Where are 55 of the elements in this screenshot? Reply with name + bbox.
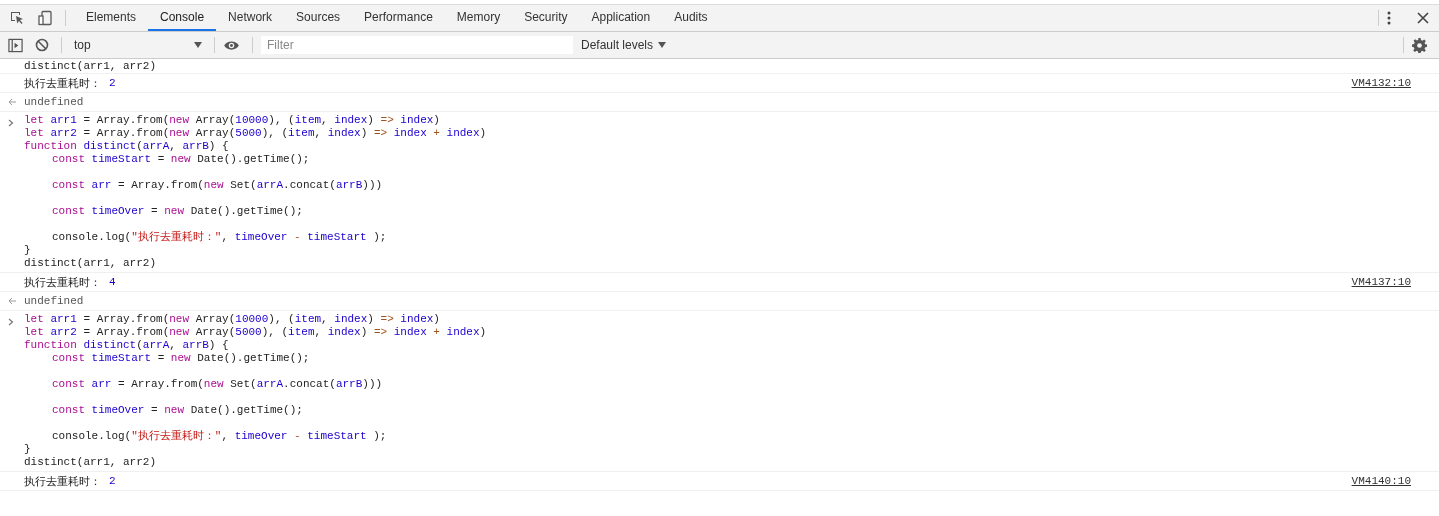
code-line: function distinct(arrA, arrB) { xyxy=(24,140,230,153)
more-icon[interactable] xyxy=(1387,11,1391,25)
panel-tab[interactable]: Performance xyxy=(352,5,445,31)
clear-icon[interactable] xyxy=(35,38,49,52)
levels-dropdown[interactable]: Default levels xyxy=(577,38,671,52)
result-arrow-icon xyxy=(8,297,16,305)
context-dropdown[interactable]: top xyxy=(70,38,206,52)
panel-tab[interactable]: Security xyxy=(512,5,580,31)
code-line: distinct(arr1, arr2) xyxy=(24,456,158,469)
eye-icon[interactable] xyxy=(223,39,240,51)
code-line: const timeOver = new Date().getTime(); xyxy=(51,204,304,218)
inspect-icon[interactable] xyxy=(9,10,25,26)
code-line: const timeStart = new Date().getTime(); xyxy=(51,352,311,365)
log-message: 执行去重耗时： xyxy=(24,474,101,489)
code-line: let arr2 = Array.from(new Array(5000), (item, index) => index + index) xyxy=(24,127,487,140)
panel-tab[interactable]: Sources xyxy=(284,5,353,31)
settings-icon[interactable] xyxy=(1412,37,1427,53)
source-link[interactable]: VM4140:10 xyxy=(1351,475,1411,487)
code-line: distinct(arr1, arr2) xyxy=(24,257,158,270)
caret-icon xyxy=(194,42,202,48)
code-line: let arr1 = Array.from(new Array(10000), (item, index) => index) xyxy=(24,313,441,326)
panel-tab[interactable]: Application xyxy=(579,5,663,31)
result-value: undefined xyxy=(24,96,84,108)
log-message: 执行去重耗时： xyxy=(24,275,101,290)
code-line: distinct(arr1, arr2) xyxy=(24,59,157,73)
code-line: console.log("执行去重耗时：", timeOver - timeStart ); xyxy=(51,230,388,244)
result-arrow-icon xyxy=(8,98,16,106)
filter-field[interactable]: Filter xyxy=(261,36,573,54)
panel-tab[interactable]: Audits xyxy=(662,5,720,31)
caret-icon xyxy=(658,42,667,48)
sidebar-toggle-icon[interactable] xyxy=(8,37,23,53)
code-line: const timeStart = new Date().getTime(); xyxy=(51,153,311,166)
code-line: const arr = Array.from(new Set(arrA.concat(arrB))) xyxy=(51,178,384,192)
code-line: function distinct(arrA, arrB) { xyxy=(24,339,230,352)
panel-tab[interactable]: Elements xyxy=(74,5,149,31)
result-value: undefined xyxy=(24,295,84,307)
source-link[interactable]: VM4137:10 xyxy=(1351,276,1411,288)
code-line: } xyxy=(24,443,32,456)
close-icon[interactable] xyxy=(1417,12,1429,24)
log-message: 执行去重耗时： xyxy=(24,76,101,91)
code-line: const arr = Array.from(new Set(arrA.concat(arrB))) xyxy=(51,377,384,391)
device-icon[interactable] xyxy=(37,10,53,26)
code-line: let arr1 = Array.from(new Array(10000), (item, index) => index) xyxy=(24,114,441,127)
prompt-icon xyxy=(8,119,14,127)
log-value: 4 xyxy=(109,276,116,288)
code-line: const timeOver = new Date().getTime(); xyxy=(51,403,304,417)
code-line: console.log("执行去重耗时：", timeOver - timeStart ); xyxy=(51,429,388,443)
panel-tab[interactable]: Network xyxy=(216,5,285,31)
code-line: } xyxy=(24,244,32,257)
prompt-icon xyxy=(8,318,14,326)
panel-tab[interactable]: Memory xyxy=(444,5,513,31)
log-value: 2 xyxy=(109,77,116,89)
log-value: 2 xyxy=(109,475,116,487)
source-link[interactable]: VM4132:10 xyxy=(1351,77,1411,89)
code-line: let arr2 = Array.from(new Array(5000), (item, index) => index + index) xyxy=(24,326,487,339)
